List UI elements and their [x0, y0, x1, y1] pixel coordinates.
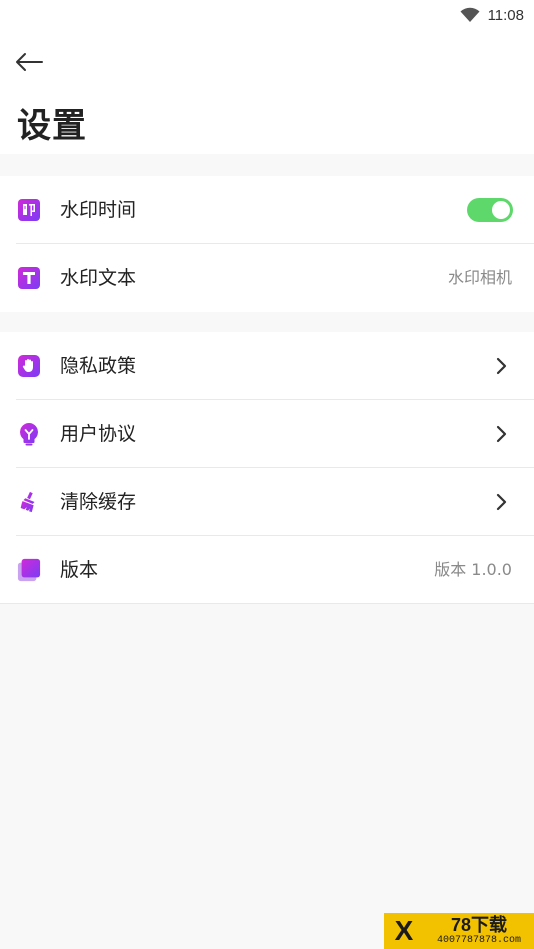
stack-icon [17, 558, 41, 582]
setting-value: 版本 1.0.0 [434, 560, 512, 579]
setting-label: 水印时间 [60, 199, 137, 221]
back-button[interactable] [14, 48, 46, 76]
status-time: 11:08 [487, 6, 524, 24]
setting-value: 水印相机 [447, 268, 512, 287]
setting-privacy-policy[interactable]: 隐私政策 [0, 332, 534, 400]
setting-watermark-time[interactable]: 水印时间 [0, 176, 534, 244]
status-bar: 11:08 [460, 4, 524, 26]
settings-group-watermark: 水印时间 水印文本 水印相机 [0, 176, 534, 312]
setting-label: 隐私政策 [60, 355, 137, 377]
watermark-phone: 4007787878.com [436, 935, 521, 946]
arrow-left-icon [16, 53, 43, 71]
watermark-x-logo: X [384, 913, 424, 949]
broom-icon [17, 490, 41, 514]
setting-label: 版本 [60, 559, 99, 581]
divider [0, 603, 534, 604]
chevron-right-icon [496, 425, 507, 443]
hand-icon [17, 354, 41, 378]
chevron-right-icon [496, 493, 507, 511]
settings-group-about: 隐私政策 用户协议 清除缓存 版本 版本 1.0.0 [0, 332, 534, 604]
chevron-right-icon [496, 357, 507, 375]
setting-clear-cache[interactable]: 清除缓存 [0, 468, 534, 536]
watermark-time-icon [17, 198, 41, 222]
setting-label: 用户协议 [60, 423, 137, 445]
page-title: 设置 [17, 106, 87, 146]
watermark-badge: X 78下载 4007787878.com [384, 913, 534, 949]
watermark-time-toggle[interactable] [467, 198, 513, 222]
setting-label: 清除缓存 [60, 491, 137, 513]
setting-version[interactable]: 版本 版本 1.0.0 [0, 536, 534, 604]
setting-label: 水印文本 [60, 267, 137, 289]
setting-watermark-text[interactable]: 水印文本 水印相机 [0, 244, 534, 312]
watermark-text: 78下载 4007787878.com [424, 913, 534, 949]
setting-user-agreement[interactable]: 用户协议 [0, 400, 534, 468]
text-t-icon [17, 266, 41, 290]
toggle-knob [492, 201, 510, 219]
wifi-icon [460, 7, 480, 22]
watermark-brand: 78下载 [450, 915, 508, 935]
bulb-icon [17, 422, 41, 446]
